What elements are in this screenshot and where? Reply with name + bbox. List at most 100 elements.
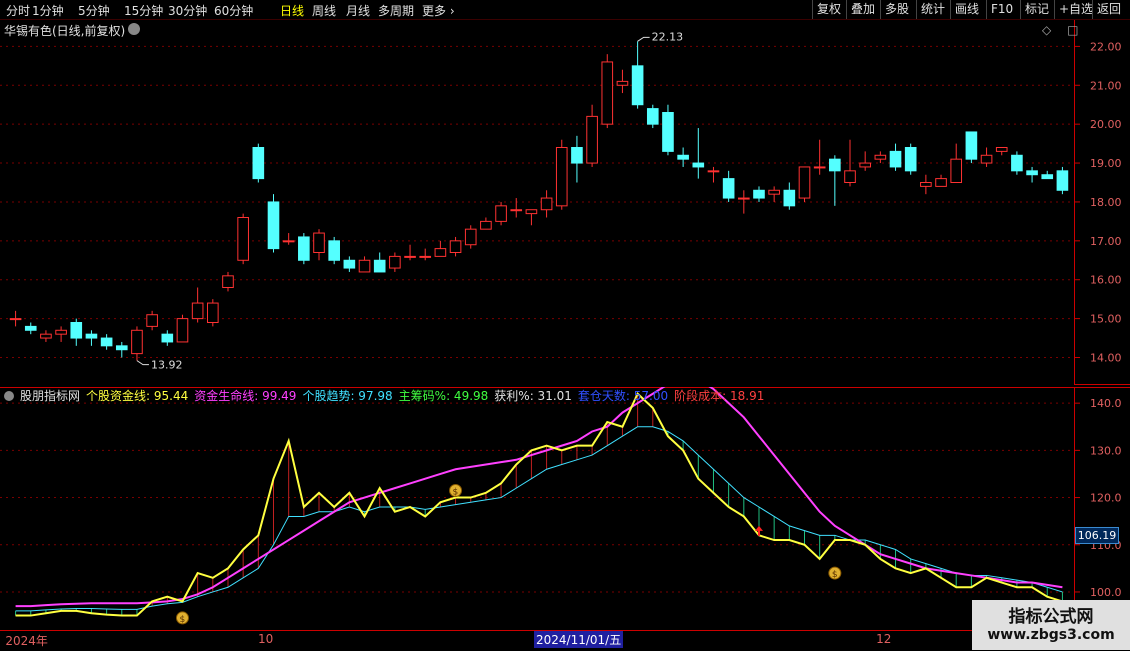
tab-period-8[interactable]: 月线: [346, 2, 370, 19]
toolbar-button-0[interactable]: 复权: [812, 0, 841, 19]
toolbar-button-4[interactable]: 画线: [950, 0, 979, 19]
indicator-value-1: 资金生命线: 99.49: [194, 389, 297, 403]
money-bag-symbol: $: [453, 487, 459, 497]
trend-line: [15, 426, 1063, 612]
tab-period-3[interactable]: 15分钟: [124, 2, 163, 19]
candle-body: [874, 154, 887, 160]
candle-body: [55, 329, 67, 335]
toolbar-button-1[interactable]: 叠加: [846, 0, 875, 19]
candle-body: [464, 228, 477, 246]
candle-body: [738, 197, 750, 200]
candle-body: [950, 158, 963, 184]
indicator-value-0: 个股资金线: 95.44: [86, 389, 189, 403]
indicator-tick-label: 140.0: [1090, 397, 1122, 410]
indicator-legend: 股朋指标网 个股资金线: 95.44 资金生命线: 99.49 个股趋势: 97.98…: [4, 387, 770, 404]
money-bag-icon: $: [449, 483, 463, 497]
toolbar-button-2[interactable]: 多股: [880, 0, 909, 19]
stock-title: 华锡有色(日线,前复权): [4, 24, 126, 38]
indicator-menu-icon[interactable]: [4, 391, 14, 401]
candle-body: [722, 178, 735, 199]
money-bag-symbol: $: [832, 570, 838, 580]
candle-body: [207, 302, 219, 323]
candle-body: [267, 201, 280, 250]
indicator-tick-label: 130.0: [1090, 444, 1122, 457]
watermark: 指标公式网 www.zbgs3.com: [972, 600, 1130, 650]
square-icon[interactable]: □: [1067, 23, 1078, 37]
candle-body: [646, 108, 659, 125]
indicator-value-6: 阶段成本: 18.91: [674, 389, 765, 403]
toolbar-button-6[interactable]: 标记: [1020, 0, 1049, 19]
toolbar-button-3[interactable]: 统计: [916, 0, 945, 19]
tab-period-10[interactable]: 更多 ›: [422, 2, 455, 19]
low-label: 13.92: [151, 359, 183, 372]
candle-body: [677, 154, 689, 160]
candle-body: [783, 189, 796, 207]
time-label-0: 2024年: [5, 634, 48, 648]
candle-body: [40, 333, 52, 339]
indicator-chart[interactable]: $ $ $: [0, 387, 1075, 629]
candle-body: [1041, 174, 1054, 180]
cursor-date: 2024/11/01/五: [534, 631, 624, 648]
toolbar-button-8[interactable]: 返回: [1092, 0, 1121, 19]
candle-body: [100, 337, 113, 347]
candle-body: [9, 318, 22, 321]
candle-body: [70, 322, 83, 339]
candle-body: [191, 302, 204, 320]
up-arrow-icon: [754, 525, 763, 536]
tab-period-9[interactable]: 多周期: [378, 2, 414, 19]
candle-body: [904, 147, 917, 172]
diamond-icon[interactable]: ◇: [1042, 23, 1051, 37]
candle-body: [1026, 170, 1038, 176]
watermark-title: 指标公式网: [1008, 607, 1094, 627]
price-tick-label: 15.00: [1090, 313, 1122, 326]
candle-body: [176, 318, 189, 343]
candle-body: [965, 131, 978, 160]
fund-line: [15, 392, 1063, 617]
candle-body: [753, 189, 765, 199]
tab-period-1[interactable]: 1分钟: [32, 2, 64, 19]
candlestick-chart[interactable]: 22.13 13.92: [0, 20, 1075, 385]
indicator-value-4: 获利%: 31.01: [494, 389, 572, 403]
candle-body: [343, 259, 356, 269]
candle-body: [889, 150, 902, 168]
candle-body: [282, 240, 295, 243]
candle-body: [222, 275, 234, 288]
candle-body: [252, 147, 265, 180]
tab-period-4[interactable]: 30分钟: [168, 2, 207, 19]
time-label-2: 12: [876, 632, 892, 646]
tab-period-7[interactable]: 周线: [312, 2, 336, 19]
candle-body: [434, 248, 447, 257]
tab-period-2[interactable]: 5分钟: [78, 2, 110, 19]
candle-body: [480, 220, 492, 230]
indicator-tick-label: 100.0: [1090, 586, 1122, 599]
price-tick-label: 16.00: [1090, 274, 1122, 287]
candle-body: [419, 255, 432, 258]
candle-body: [1011, 154, 1023, 172]
high-marker: [637, 36, 650, 42]
candle-body: [662, 112, 674, 152]
price-tick-label: 22.00: [1090, 40, 1122, 53]
candle-body: [798, 166, 811, 199]
toolbar-button-7[interactable]: +自选: [1054, 0, 1093, 19]
price-tick-label: 17.00: [1090, 235, 1122, 248]
tab-period-0[interactable]: 分时: [6, 2, 30, 19]
candle-body: [540, 197, 553, 211]
chevron-down-icon[interactable]: [128, 23, 140, 35]
price-tick-label: 18.00: [1090, 196, 1122, 209]
indicator-value-3: 主筹码%: 49.98: [398, 389, 489, 403]
candle-body: [313, 232, 325, 254]
candle-body: [146, 314, 158, 327]
candle-body: [995, 147, 1008, 152]
indicator-axis: 140.0130.0120.0110.0100.0: [1075, 387, 1130, 599]
candle-body: [373, 259, 386, 273]
candle-body: [1056, 170, 1069, 191]
indicator-value-2: 个股趋势: 97.98: [302, 389, 393, 403]
period-toolbar: 分时 1分钟 5分钟 15分钟 30分钟 60分钟 日线 周线 月线 多周期 更多 › 复权 叠加 多股统…: [0, 0, 1130, 20]
candle-body: [328, 240, 340, 261]
candle-body: [85, 333, 98, 339]
candle-body: [24, 325, 37, 331]
tab-period-5[interactable]: 60分钟: [214, 2, 253, 19]
price-tick-label: 19.00: [1090, 157, 1122, 170]
toolbar-button-5[interactable]: F10: [986, 0, 1013, 19]
tab-period-6[interactable]: 日线: [280, 2, 304, 19]
